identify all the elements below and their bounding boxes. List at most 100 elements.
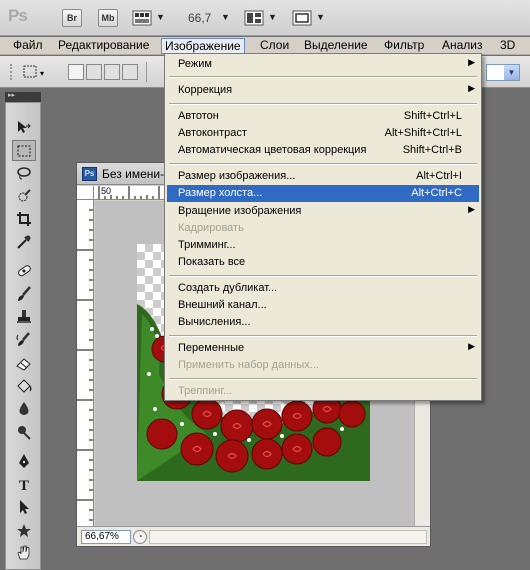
menu-item-shortcut: Alt+Ctrl+I — [416, 170, 462, 182]
submenu-arrow-icon: ▶ — [468, 341, 475, 351]
tools-panel-header[interactable]: ▸▸ — [5, 92, 41, 102]
menu-image[interactable]: Изображение — [161, 38, 245, 54]
paint-bucket-tool-icon[interactable] — [12, 376, 36, 397]
blur-tool-icon[interactable] — [12, 399, 36, 420]
image-menu-dropdown: Режим ▶ Коррекция ▶ Автотон Shift+Ctrl+L… — [164, 53, 482, 401]
menu-item-label: Автоконтраст — [178, 127, 247, 139]
options-divider — [146, 62, 147, 82]
film-icon[interactable] — [132, 9, 152, 27]
menu-edit[interactable]: Редактирование — [55, 38, 152, 54]
chevron-down-icon[interactable]: ▼ — [316, 12, 325, 22]
zoom-level[interactable]: 66,7 — [188, 11, 211, 25]
menu-item-duplicate[interactable]: Создать дубликат... — [167, 280, 479, 297]
collapse-arrows-icon[interactable]: ▸▸ — [8, 91, 15, 99]
menu-item-label: Показать все — [178, 256, 246, 268]
menu-item-crop[interactable]: Кадрировать — [167, 220, 479, 237]
submenu-arrow-icon: ▶ — [468, 204, 475, 214]
menu-item-shortcut: Shift+Ctrl+B — [402, 144, 462, 156]
history-brush-tool-icon[interactable] — [12, 330, 36, 351]
menu-item-apply-data-set[interactable]: Применить набор данных... — [167, 357, 479, 374]
menu-item-label: Переменные — [178, 342, 245, 354]
intersect-selection-button[interactable] — [122, 64, 138, 80]
new-selection-button[interactable] — [68, 64, 84, 80]
menu-item-label: Кадрировать — [178, 222, 244, 234]
minibridge-button[interactable]: Mb — [98, 9, 118, 27]
menu-item-image-rotation[interactable]: Вращение изображения ▶ — [167, 203, 479, 220]
eraser-tool-icon[interactable] — [12, 353, 36, 374]
menu-separator — [169, 378, 477, 380]
vertical-ruler[interactable] — [77, 200, 94, 526]
brush-tool-icon[interactable] — [12, 284, 36, 305]
menu-separator — [169, 103, 477, 105]
menu-3d[interactable]: 3D — [497, 38, 518, 54]
menu-item-label: Режим — [178, 58, 212, 70]
path-selection-tool-icon[interactable] — [12, 497, 36, 518]
submenu-arrow-icon: ▶ — [468, 83, 475, 93]
menu-item-adjustments[interactable]: Коррекция ▶ — [167, 82, 479, 99]
menu-file[interactable]: Файл — [10, 38, 46, 54]
bridge-button[interactable]: Br — [62, 9, 82, 27]
document-zoom-field[interactable]: 66,67% — [81, 530, 131, 544]
chevron-down-icon[interactable]: ▼ — [268, 12, 277, 22]
menu-item-variables[interactable]: Переменные ▶ — [167, 340, 479, 357]
crop-tool-icon[interactable] — [12, 209, 36, 230]
menu-item-auto-contrast[interactable]: Автоконтраст Alt+Shift+Ctrl+L — [167, 125, 479, 142]
submenu-arrow-icon: ▶ — [468, 57, 475, 67]
ruler-origin[interactable] — [77, 186, 94, 200]
healing-brush-tool-icon[interactable] — [12, 261, 36, 282]
lasso-tool-icon[interactable] — [12, 163, 36, 184]
menu-item-shortcut: Alt+Shift+Ctrl+L — [384, 127, 462, 139]
menu-item-auto-color[interactable]: Автоматическая цветовая коррекция Shift+… — [167, 142, 479, 159]
menu-item-label: Автотон — [178, 110, 219, 122]
hand-tool-icon[interactable] — [12, 543, 36, 564]
tools-panel: T — [5, 102, 41, 570]
document-name: Без имени- — [102, 167, 165, 181]
dodge-tool-icon[interactable] — [12, 422, 36, 443]
add-selection-button[interactable] — [86, 64, 102, 80]
menu-select[interactable]: Выделение — [301, 38, 371, 54]
menu-separator — [169, 275, 477, 277]
pen-tool-icon[interactable] — [12, 451, 36, 472]
menu-item-trim[interactable]: Тримминг... — [167, 237, 479, 254]
clone-stamp-tool-icon[interactable] — [12, 307, 36, 328]
menu-item-apply-image[interactable]: Внешний канал... — [167, 297, 479, 314]
quick-selection-tool-icon[interactable] — [12, 186, 36, 207]
marquee-tool-icon[interactable] — [12, 140, 36, 161]
menu-item-mode[interactable]: Режим ▶ — [167, 56, 479, 73]
menu-item-label: Автоматическая цветовая коррекция — [178, 144, 367, 156]
application-bar: Ps Br Mb ▼ 66,7 ▼ ▼ ▼ — [0, 0, 530, 36]
menu-item-shortcut: Alt+Ctrl+C — [411, 187, 462, 199]
subtract-selection-button[interactable] — [104, 64, 120, 80]
arrange-documents-icon[interactable] — [244, 9, 264, 27]
chevron-down-icon[interactable]: ▼ — [221, 12, 230, 22]
status-menu-icon[interactable]: ◔ — [133, 530, 147, 544]
marquee-preset-icon[interactable]: ▾ — [22, 63, 44, 81]
menu-item-calculations[interactable]: Вычисления... — [167, 314, 479, 331]
svg-text:▾: ▾ — [40, 69, 44, 78]
eyedropper-tool-icon[interactable] — [12, 232, 36, 253]
menu-item-auto-tone[interactable]: Автотон Shift+Ctrl+L — [167, 108, 479, 125]
document-status-bar: 66,67% ◔ — [77, 526, 430, 546]
horizontal-scrollbar[interactable] — [149, 530, 427, 544]
menu-item-canvas-size[interactable]: Размер холста... Alt+Ctrl+C — [167, 185, 479, 202]
menu-item-label: Размер холста... — [178, 187, 263, 199]
menu-item-label: Применить набор данных... — [178, 359, 319, 371]
screen-mode-icon[interactable] — [292, 9, 312, 27]
chevron-down-icon[interactable]: ▼ — [156, 12, 165, 22]
menu-separator — [169, 76, 477, 78]
menu-item-image-size[interactable]: Размер изображения... Alt+Ctrl+I — [167, 168, 479, 185]
svg-text:T: T — [19, 478, 29, 492]
menu-filter[interactable]: Фильтр — [381, 38, 427, 54]
menu-layers[interactable]: Слои — [257, 38, 292, 54]
chevron-down-icon[interactable]: ▼ — [504, 65, 519, 80]
menu-separator — [169, 163, 477, 165]
move-tool-icon[interactable] — [12, 117, 36, 138]
menu-item-reveal-all[interactable]: Показать все — [167, 254, 479, 271]
options-grip[interactable] — [10, 64, 18, 80]
type-tool-icon[interactable]: T — [12, 474, 36, 495]
menu-analysis[interactable]: Анализ — [439, 38, 486, 54]
menu-item-trap[interactable]: Треппинг... — [167, 383, 479, 400]
style-select[interactable]: ▼ — [486, 64, 520, 81]
shape-tool-icon[interactable] — [12, 520, 36, 541]
menu-item-label: Вычисления... — [178, 316, 251, 328]
